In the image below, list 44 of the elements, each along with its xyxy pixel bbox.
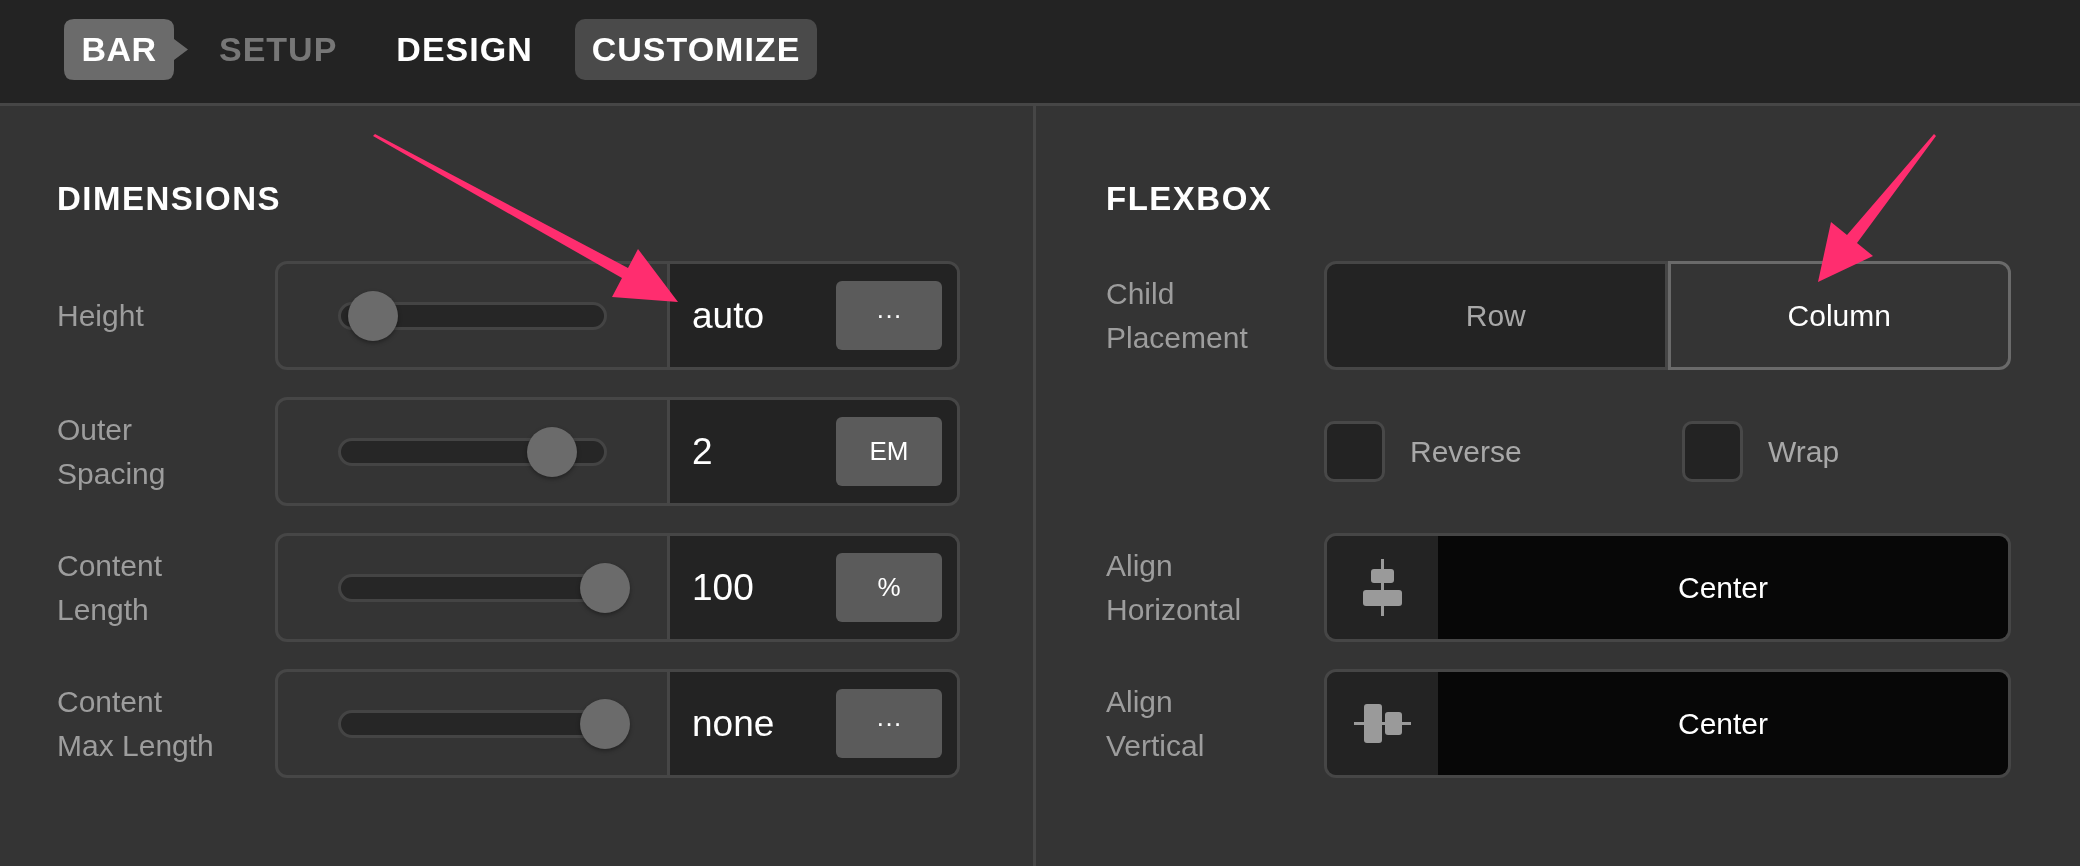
checkbox[interactable] <box>1324 421 1385 482</box>
segment-button[interactable]: Row <box>1324 261 1668 370</box>
slider-thumb[interactable] <box>580 698 630 749</box>
tab[interactable]: CUSTOMIZE <box>574 19 818 80</box>
align-center-horizontal-icon <box>1363 559 1402 616</box>
field-label: Child Placement <box>1106 275 1249 356</box>
checkbox-label: Wrap <box>1768 434 1840 469</box>
breadcrumb-item[interactable]: BAR <box>64 19 188 80</box>
select-value[interactable]: Center <box>1438 672 2008 775</box>
slider-track[interactable] <box>338 698 629 749</box>
value-field[interactable]: 2 EM <box>667 400 957 503</box>
unit-button[interactable]: ··· <box>836 281 942 350</box>
align-select[interactable]: Center <box>1324 669 2011 778</box>
section-title: FLEXBOX <box>1106 179 1273 219</box>
field-label: Outer Spacing <box>57 411 167 492</box>
tab[interactable]: DESIGN <box>379 19 550 80</box>
checkbox[interactable] <box>1682 421 1743 482</box>
align-icon-button[interactable] <box>1327 536 1438 639</box>
value-field[interactable]: 100 % <box>667 536 957 639</box>
field-label: Align Vertical <box>1106 683 1206 764</box>
checkbox-label: Reverse <box>1410 434 1522 469</box>
field-value: 100 <box>692 566 754 609</box>
unit-button[interactable]: EM <box>836 417 942 486</box>
field-value: none <box>692 702 775 745</box>
unit-button[interactable]: % <box>836 553 942 622</box>
slider-thumb[interactable] <box>526 426 577 477</box>
field-value: 2 <box>692 430 713 473</box>
field-value: auto <box>692 294 764 337</box>
align-icon-button[interactable] <box>1327 672 1438 775</box>
field-label: Height <box>57 297 144 334</box>
value-field[interactable]: none ··· <box>667 672 957 775</box>
field-label: Content Length <box>57 547 164 628</box>
align-center-vertical-icon <box>1354 704 1411 743</box>
segment-button[interactable]: Column <box>1667 261 2011 370</box>
field-label: Align Horizontal <box>1106 547 1243 628</box>
value-field[interactable]: auto ··· <box>667 264 957 367</box>
slider-thumb[interactable] <box>580 562 630 613</box>
slider-track[interactable] <box>338 562 629 613</box>
field-label: Content Max Length <box>57 683 215 764</box>
align-select[interactable]: Center <box>1324 533 2011 642</box>
section-title: DIMENSIONS <box>57 179 282 219</box>
unit-button[interactable]: ··· <box>836 689 942 758</box>
slider-thumb[interactable] <box>348 290 398 341</box>
select-value[interactable]: Center <box>1438 536 2008 639</box>
